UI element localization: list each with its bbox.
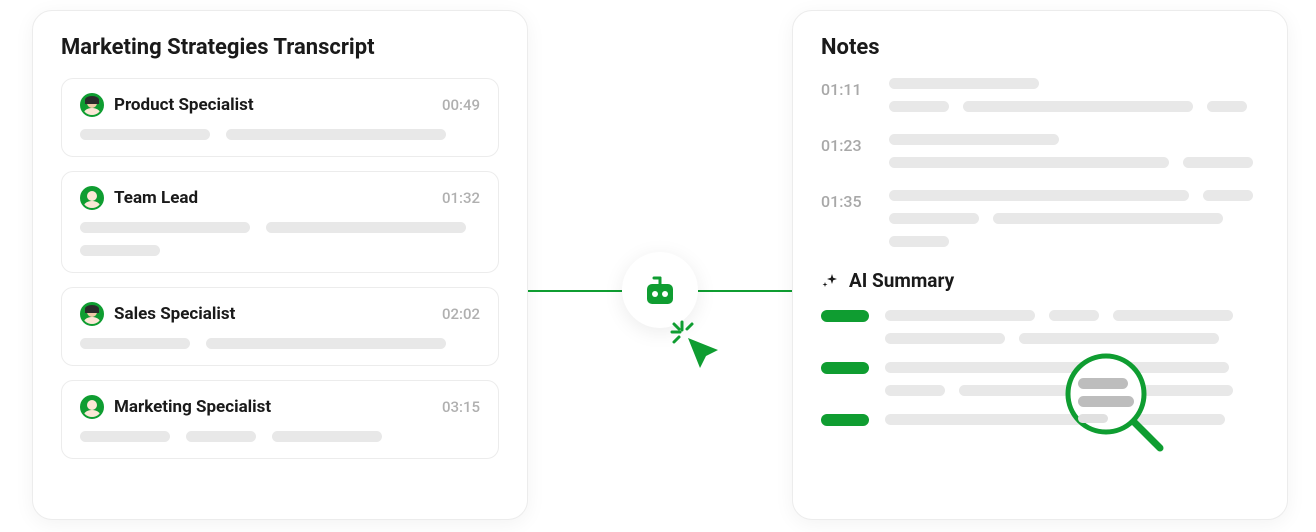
- skeleton-text: [889, 134, 1259, 168]
- speaker-role: Team Lead: [114, 188, 432, 208]
- ai-summary-item: [821, 362, 1259, 396]
- note-row[interactable]: 01:23: [821, 134, 1259, 168]
- skeleton-text: [889, 190, 1259, 247]
- skeleton-text: [80, 245, 480, 256]
- ai-summary-item: [821, 414, 1259, 426]
- speaker-role: Marketing Specialist: [114, 397, 432, 417]
- note-timestamp: 01:11: [821, 78, 865, 99]
- note-row[interactable]: 01:11: [821, 78, 1259, 112]
- transcript-entry[interactable]: Sales Specialist 02:02: [61, 287, 499, 366]
- note-timestamp: 01:23: [821, 134, 865, 155]
- entry-header: Product Specialist 00:49: [80, 93, 480, 117]
- cursor-click-icon: [668, 318, 726, 380]
- bot-icon: [640, 270, 680, 310]
- skeleton-text: [80, 338, 480, 349]
- bullet-icon: [821, 362, 869, 374]
- timestamp: 00:49: [442, 96, 480, 114]
- transcript-entry[interactable]: Team Lead 01:32: [61, 171, 499, 273]
- ai-bot-button[interactable]: [622, 252, 698, 328]
- avatar-icon: [80, 93, 104, 117]
- timestamp: 01:32: [442, 189, 480, 207]
- entry-header: Marketing Specialist 03:15: [80, 395, 480, 419]
- ai-summary-body: [821, 310, 1259, 426]
- skeleton-text: [889, 78, 1259, 112]
- avatar-icon: [80, 186, 104, 210]
- note-timestamp: 01:35: [821, 190, 865, 211]
- skeleton-text: [80, 129, 480, 140]
- timestamp: 03:15: [442, 398, 480, 416]
- ai-summary-label: AI Summary: [849, 269, 954, 292]
- ai-summary-header: AI Summary: [821, 269, 1259, 292]
- bullet-icon: [821, 414, 869, 426]
- ai-summary-item: [821, 310, 1259, 344]
- skeleton-text: [80, 222, 480, 233]
- bullet-icon: [821, 310, 869, 322]
- avatar-icon: [80, 302, 104, 326]
- avatar-icon: [80, 395, 104, 419]
- entry-header: Team Lead 01:32: [80, 186, 480, 210]
- notes-card: Notes 01:11 01:23 01:35 AI Summary: [792, 10, 1288, 520]
- transcript-entry[interactable]: Marketing Specialist 03:15: [61, 380, 499, 459]
- speaker-role: Sales Specialist: [114, 304, 432, 324]
- notes-title: Notes: [821, 35, 1259, 60]
- connector-line: [528, 290, 622, 292]
- note-row[interactable]: 01:35: [821, 190, 1259, 247]
- timestamp: 02:02: [442, 305, 480, 323]
- transcript-entry[interactable]: Product Specialist 00:49: [61, 78, 499, 157]
- speaker-role: Product Specialist: [114, 95, 432, 115]
- connector-line: [698, 290, 792, 292]
- entry-header: Sales Specialist 02:02: [80, 302, 480, 326]
- skeleton-text: [80, 431, 480, 442]
- transcript-title: Marketing Strategies Transcript: [61, 35, 499, 60]
- sparkle-icon: [821, 272, 839, 290]
- transcript-card: Marketing Strategies Transcript Product …: [32, 10, 528, 520]
